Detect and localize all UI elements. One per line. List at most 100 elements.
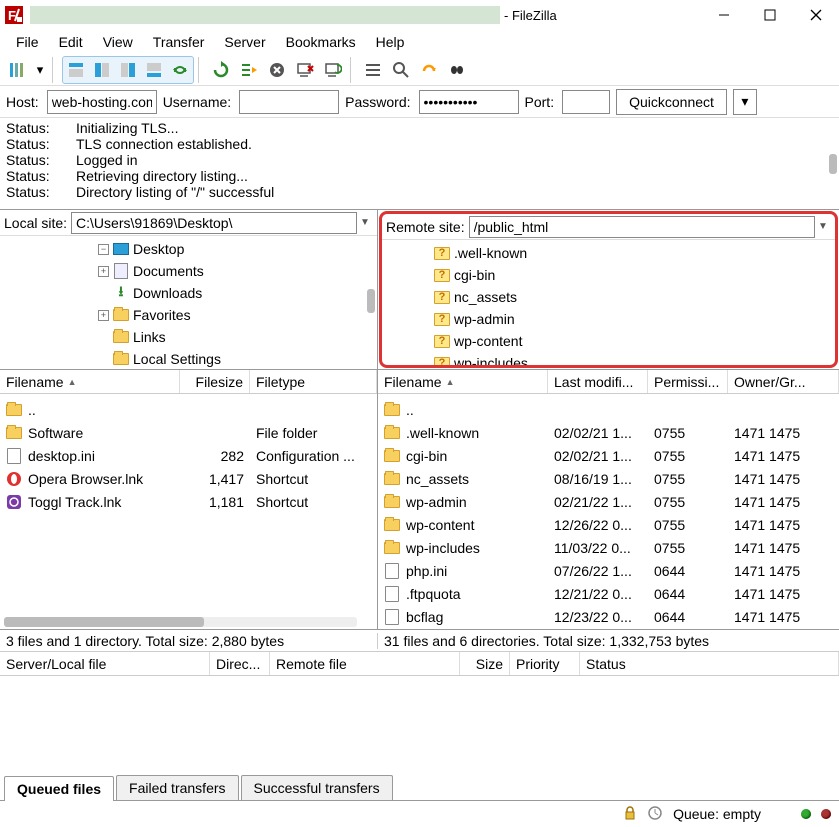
desktop-icon	[113, 241, 129, 257]
qcol-priority[interactable]: Priority	[510, 652, 580, 675]
log-pane[interactable]: Status:Initializing TLS...Status:TLS con…	[0, 118, 839, 210]
file-row[interactable]: nc_assets08/16/19 1...07551471 1475	[378, 467, 839, 490]
file-row[interactable]: .well-known02/02/21 1...07551471 1475	[378, 421, 839, 444]
tree-node[interactable]: +Documents	[4, 260, 373, 282]
toggle-log-icon[interactable]	[63, 57, 89, 83]
maximize-button[interactable]	[747, 0, 793, 30]
file-modified: 02/02/21 1...	[548, 425, 648, 441]
tree-expand-icon[interactable]: +	[98, 266, 109, 277]
col-filename[interactable]: Filename▲	[0, 370, 180, 393]
local-tree-scrollbar[interactable]	[367, 289, 375, 313]
local-h-scrollbar[interactable]	[4, 617, 357, 627]
file-permissions: 0644	[648, 609, 728, 625]
file-row[interactable]: php.ini07/26/22 1...06441471 1475	[378, 559, 839, 582]
menu-transfer[interactable]: Transfer	[143, 31, 215, 53]
toggle-remote-tree-icon[interactable]	[115, 57, 141, 83]
filter-icon[interactable]	[360, 57, 386, 83]
file-row[interactable]: desktop.ini282Configuration ...	[0, 444, 377, 467]
site-manager-drop-icon[interactable]: ▾	[32, 57, 48, 83]
col-r-filename[interactable]: Filename▲	[378, 370, 548, 393]
minimize-button[interactable]	[701, 0, 747, 30]
folder-unknown-icon: ?	[434, 289, 450, 305]
file-row[interactable]: Toggl Track.lnk1,181Shortcut	[0, 490, 377, 513]
close-button[interactable]	[793, 0, 839, 30]
menu-bookmarks[interactable]: Bookmarks	[276, 31, 366, 53]
file-row[interactable]: wp-content12/26/22 0...07551471 1475	[378, 513, 839, 536]
file-row[interactable]: ..	[378, 398, 839, 421]
file-permissions: 0755	[648, 494, 728, 510]
queue-tabs: Queued files Failed transfers Successful…	[0, 773, 839, 801]
auto-icon[interactable]	[416, 57, 442, 83]
folder-icon	[384, 402, 400, 418]
remote-site-path-input[interactable]	[469, 216, 815, 238]
qcol-direction[interactable]: Direc...	[210, 652, 270, 675]
reconnect-icon[interactable]	[320, 57, 346, 83]
tree-node[interactable]: ?.well-known	[386, 242, 831, 264]
tree-node[interactable]: −Desktop	[4, 238, 373, 260]
file-size: 1,417	[180, 471, 250, 487]
toggle-queue-icon[interactable]	[141, 57, 167, 83]
log-scrollbar[interactable]	[829, 154, 837, 174]
col-filesize[interactable]: Filesize	[180, 370, 250, 393]
tab-queued[interactable]: Queued files	[4, 776, 114, 801]
menu-edit[interactable]: Edit	[49, 31, 93, 53]
refresh-icon[interactable]	[208, 57, 234, 83]
tab-successful[interactable]: Successful transfers	[241, 775, 393, 800]
col-r-modified[interactable]: Last modifi...	[548, 370, 648, 393]
menu-help[interactable]: Help	[366, 31, 415, 53]
quickconnect-history-drop[interactable]: ▾	[733, 89, 757, 115]
qcol-status[interactable]: Status	[580, 652, 839, 675]
qcol-remote[interactable]: Remote file	[270, 652, 460, 675]
file-row[interactable]: .ftpquota12/21/22 0...06441471 1475	[378, 582, 839, 605]
tree-node[interactable]: Links	[4, 326, 373, 348]
tree-node[interactable]: Local Settings	[4, 348, 373, 369]
qcol-size[interactable]: Size	[460, 652, 510, 675]
port-input[interactable]	[562, 90, 610, 114]
quickconnect-bar: Host: Username: Password: Port: Quickcon…	[0, 86, 839, 118]
host-input[interactable]	[47, 90, 157, 114]
file-permissions: 0644	[648, 586, 728, 602]
remote-path-drop-icon[interactable]: ▼	[815, 221, 831, 232]
compare-icon[interactable]	[388, 57, 414, 83]
tree-expand-icon[interactable]: +	[98, 310, 109, 321]
remote-status-text: 31 files and 6 directories. Total size: …	[378, 633, 839, 649]
menu-file[interactable]: File	[6, 31, 49, 53]
qcol-server[interactable]: Server/Local file	[0, 652, 210, 675]
queue-body[interactable]	[0, 676, 839, 773]
tree-node[interactable]: ?wp-admin	[386, 308, 831, 330]
file-row[interactable]: wp-admin02/21/22 1...07551471 1475	[378, 490, 839, 513]
tree-node[interactable]: ?wp-includes	[386, 352, 831, 365]
cancel-icon[interactable]	[264, 57, 290, 83]
find-icon[interactable]	[444, 57, 470, 83]
file-row[interactable]: Opera Browser.lnk1,417Shortcut	[0, 467, 377, 490]
disconnect-icon[interactable]	[292, 57, 318, 83]
site-manager-icon[interactable]	[4, 57, 30, 83]
process-queue-icon[interactable]	[236, 57, 262, 83]
file-row[interactable]: cgi-bin02/02/21 1...07551471 1475	[378, 444, 839, 467]
file-row[interactable]: SoftwareFile folder	[0, 421, 377, 444]
menu-view[interactable]: View	[93, 31, 143, 53]
tab-failed[interactable]: Failed transfers	[116, 775, 238, 800]
menu-server[interactable]: Server	[214, 31, 275, 53]
tree-node[interactable]: ?cgi-bin	[386, 264, 831, 286]
password-input[interactable]	[419, 90, 519, 114]
file-row[interactable]: ..	[0, 398, 377, 421]
username-input[interactable]	[239, 90, 339, 114]
local-path-drop-icon[interactable]: ▼	[357, 217, 373, 228]
col-filetype[interactable]: Filetype	[250, 370, 377, 393]
toggle-local-tree-icon[interactable]	[89, 57, 115, 83]
sync-browse-icon[interactable]	[167, 57, 193, 83]
file-row[interactable]: wp-includes11/03/22 0...07551471 1475	[378, 536, 839, 559]
file-row[interactable]: bcflag12/23/22 0...06441471 1475	[378, 605, 839, 628]
tree-collapse-icon[interactable]: −	[98, 244, 109, 255]
local-file-list: Filename▲ Filesize Filetype ..SoftwareFi…	[0, 370, 378, 629]
tree-node[interactable]: ?nc_assets	[386, 286, 831, 308]
quickconnect-button[interactable]: Quickconnect	[616, 89, 727, 115]
tree-node[interactable]: ?wp-content	[386, 330, 831, 352]
tree-node[interactable]: +Favorites	[4, 304, 373, 326]
tree-node[interactable]: ⭳Downloads	[4, 282, 373, 304]
col-r-perm[interactable]: Permissi...	[648, 370, 728, 393]
local-site-path-input[interactable]	[71, 212, 357, 234]
col-r-owner[interactable]: Owner/Gr...	[728, 370, 839, 393]
queue-indicator-icon	[647, 806, 663, 823]
